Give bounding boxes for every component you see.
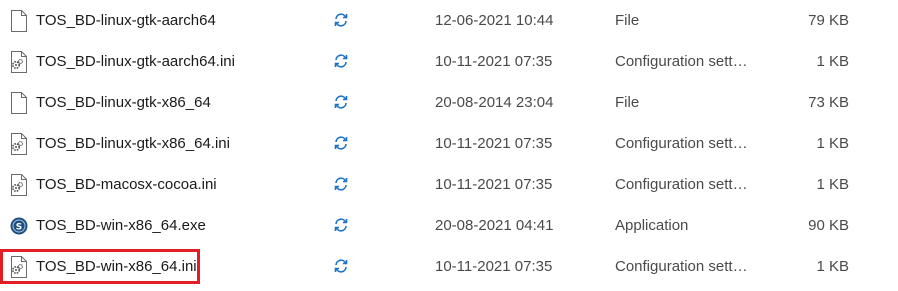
sync-icon xyxy=(334,13,348,27)
file-type: Configuration setti… xyxy=(615,176,748,193)
file-row[interactable]: TOS_BD-linux-gtk-x86_64.ini 10-11-2021 0… xyxy=(0,123,898,164)
sync-icon xyxy=(334,177,348,191)
file-date: 10-11-2021 07:35 xyxy=(435,258,553,275)
config-file-icon xyxy=(11,51,27,73)
application-icon: S xyxy=(10,217,28,235)
file-date: 12-06-2021 10:44 xyxy=(435,12,554,29)
config-file-icon xyxy=(11,256,27,278)
file-size: 90 KB xyxy=(808,217,849,234)
sync-icon xyxy=(334,95,348,109)
file-date: 20-08-2021 04:41 xyxy=(435,217,554,234)
file-name: TOS_BD-linux-gtk-x86_64.ini xyxy=(36,135,230,152)
sync-icon xyxy=(334,136,348,150)
file-list: TOS_BD-linux-gtk-aarch64 12-06-2021 10:4… xyxy=(0,0,898,291)
file-type: Application xyxy=(615,217,689,234)
file-type: File xyxy=(615,94,640,111)
blank-file-icon xyxy=(11,10,27,32)
file-row[interactable]: TOS_BD-linux-gtk-aarch64 12-06-2021 10:4… xyxy=(0,0,898,41)
file-type: Configuration setti… xyxy=(615,135,748,152)
file-date: 10-11-2021 07:35 xyxy=(435,135,553,152)
file-name: TOS_BD-linux-gtk-aarch64.ini xyxy=(36,53,235,70)
file-size: 79 KB xyxy=(808,12,849,29)
svg-text:S: S xyxy=(16,223,22,233)
sync-icon xyxy=(334,54,348,68)
file-row[interactable]: TOS_BD-linux-gtk-x86_64 20-08-2014 23:04… xyxy=(0,82,898,123)
file-row[interactable]: S TOS_BD-win-x86_64.exe 20-08-2021 04:41… xyxy=(0,205,898,246)
file-date: 10-11-2021 07:35 xyxy=(435,53,553,70)
blank-file-icon xyxy=(11,92,27,114)
file-date: 10-11-2021 07:35 xyxy=(435,176,553,193)
sync-icon xyxy=(334,218,348,232)
file-row[interactable]: TOS_BD-linux-gtk-aarch64.ini 10-11-2021 … xyxy=(0,41,898,82)
file-size: 1 KB xyxy=(816,135,849,152)
file-type: File xyxy=(615,12,640,29)
file-date: 20-08-2014 23:04 xyxy=(435,94,554,111)
file-size: 1 KB xyxy=(816,53,849,70)
file-size: 1 KB xyxy=(816,258,849,275)
file-name: TOS_BD-linux-gtk-aarch64 xyxy=(36,12,216,29)
file-name: TOS_BD-linux-gtk-x86_64 xyxy=(36,94,211,111)
sync-icon xyxy=(334,259,348,273)
config-file-icon xyxy=(11,133,27,155)
config-file-icon xyxy=(11,174,27,196)
file-type: Configuration setti… xyxy=(615,258,748,275)
file-name: TOS_BD-win-x86_64.ini xyxy=(36,258,197,275)
file-name: TOS_BD-macosx-cocoa.ini xyxy=(36,176,217,193)
file-row-highlighted[interactable]: TOS_BD-win-x86_64.ini 10-11-2021 07:35 C… xyxy=(0,246,898,287)
file-type: Configuration setti… xyxy=(615,53,748,70)
file-size: 73 KB xyxy=(808,94,849,111)
file-row[interactable]: TOS_BD-macosx-cocoa.ini 10-11-2021 07:35… xyxy=(0,164,898,205)
file-name: TOS_BD-win-x86_64.exe xyxy=(36,217,206,234)
file-size: 1 KB xyxy=(816,176,849,193)
